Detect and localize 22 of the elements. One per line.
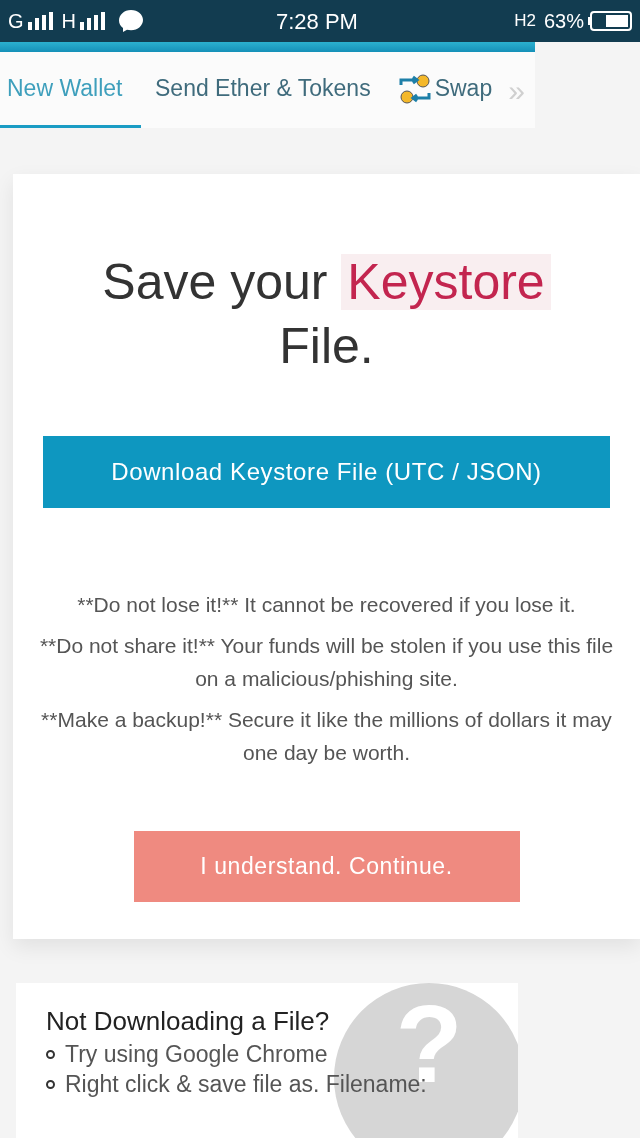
bullet-icon bbox=[46, 1079, 55, 1089]
battery-percentage: 63% bbox=[543, 9, 584, 34]
network-label: H2 bbox=[514, 10, 536, 33]
help-item: Try using Google Chrome bbox=[65, 1040, 328, 1069]
network-label: G bbox=[8, 9, 24, 34]
network-label: H bbox=[61, 9, 76, 34]
continue-button[interactable]: I understand. Continue. bbox=[133, 831, 520, 902]
nav-tab[interactable]: New Wallet bbox=[0, 52, 141, 128]
warning-text: **Do not share it!** Your funds will be stolen if you use this file on a malicious/phishing site. bbox=[38, 633, 615, 692]
nav-tab[interactable]: Send Ether & Tokens bbox=[141, 52, 385, 128]
nav-tab[interactable]: Swap bbox=[384, 52, 507, 128]
signal-icon bbox=[27, 12, 54, 30]
help-title: Not Downloading a File? bbox=[46, 1005, 331, 1037]
chat-bubble-icon bbox=[118, 9, 144, 33]
signal-icon bbox=[80, 12, 106, 30]
battery-icon bbox=[588, 11, 632, 31]
download-button[interactable]: Download Keystore File (UTC / JSON) bbox=[43, 436, 610, 508]
page-title: Save your Keystore File. bbox=[66, 250, 587, 378]
warning-text: **Make a backup!** Secure it like the millions of dollars it may one day be worth. bbox=[40, 707, 613, 766]
clock: 7:28 PM bbox=[276, 7, 358, 36]
bullet-icon bbox=[46, 1049, 55, 1059]
warning-text: **Do not lose it!** It cannot be recovered if you lose it. bbox=[76, 592, 577, 618]
